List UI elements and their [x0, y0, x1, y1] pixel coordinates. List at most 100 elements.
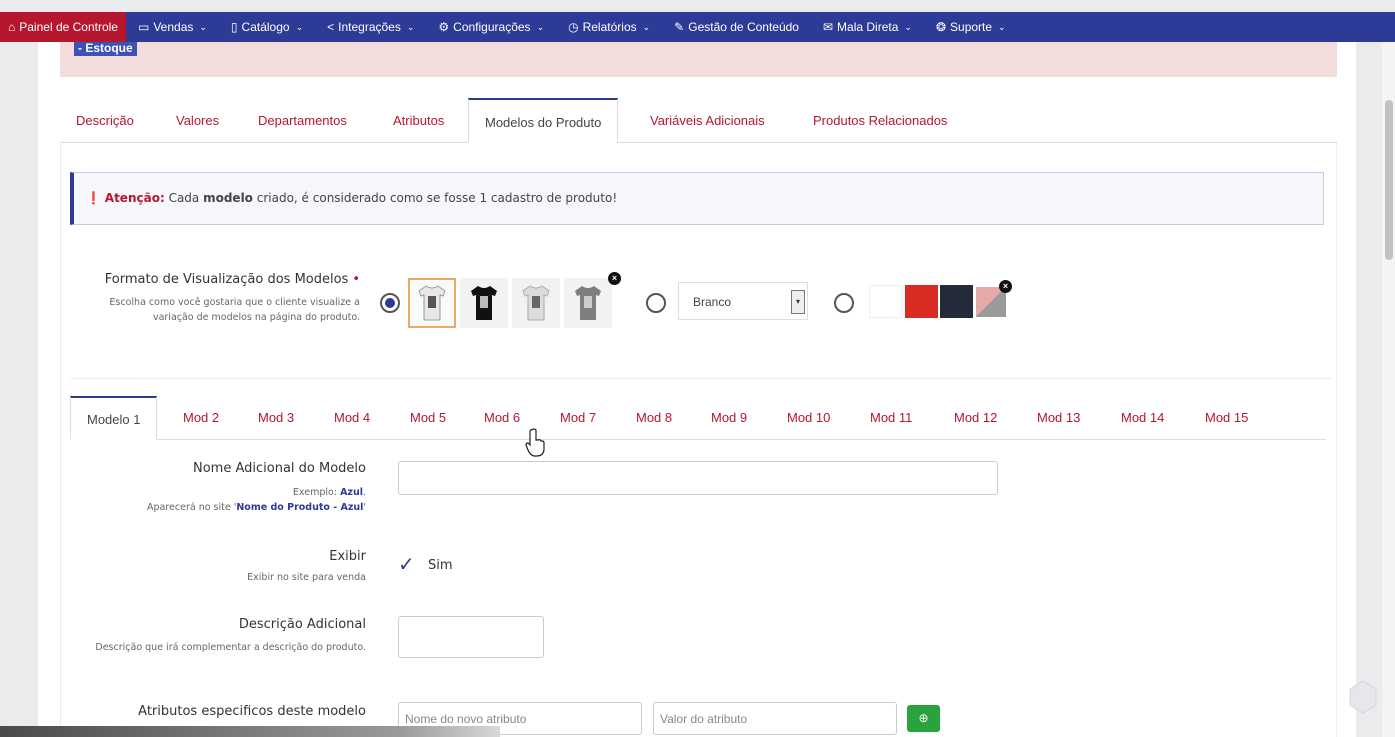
help-text: Aparecerá no site ': [146, 502, 237, 513]
nav-label: Configurações: [453, 20, 531, 34]
cart-icon: ▭: [137, 20, 150, 34]
nav-label: Catálogo: [241, 20, 290, 34]
nav-vendas[interactable]: ▭ Vendas ⌄: [126, 12, 219, 42]
atributo-valor-input[interactable]: Valor do atributo: [653, 702, 897, 735]
nav-gestao-de-conteudo[interactable]: ✎ Gestão de Conteúdo: [662, 12, 811, 42]
swatch-red[interactable]: [905, 285, 938, 318]
help-text: Exemplo:: [292, 487, 341, 498]
tshirt-light-gray-icon: [522, 285, 550, 321]
nav-integracoes[interactable]: < Integrações ⌄: [315, 12, 426, 42]
share-icon: <: [327, 20, 335, 34]
descricao-adicional-textarea[interactable]: [398, 616, 544, 658]
tab-mod-5[interactable]: Mod 5: [410, 396, 446, 440]
tab-mod-6[interactable]: Mod 6: [484, 396, 520, 440]
chevron-down-icon: ⌄: [904, 21, 912, 32]
chevron-down-icon: ⌄: [536, 21, 545, 32]
tab-valores[interactable]: Valores: [176, 98, 219, 143]
tab-produtos-relacionados[interactable]: Produtos Relacionados: [813, 98, 947, 143]
tab-modelos-do-produto[interactable]: Modelos do Produto: [468, 98, 619, 143]
chevron-down-icon: ⌄: [199, 21, 207, 32]
tab-atributos[interactable]: Atributos: [393, 98, 444, 143]
nav-label: Mala Direta: [837, 20, 899, 34]
nav-relatorios[interactable]: ◷ Relatórios ⌄: [556, 12, 662, 42]
nav-label: Relatórios: [582, 20, 637, 34]
nav-label: Integrações: [338, 20, 401, 34]
help-bold: Azul: [340, 487, 363, 498]
dropdown-arrow-icon: ▾: [791, 290, 805, 314]
edit-icon: ✎: [674, 20, 685, 34]
tab-mod-7[interactable]: Mod 7: [560, 396, 596, 440]
descricao-adicional-label: Descrição Adicional: [238, 617, 366, 632]
radio-formato-cores[interactable]: [834, 293, 854, 313]
help-text: .: [362, 487, 366, 498]
nav-label: Gestão de Conteúdo: [688, 20, 799, 34]
tab-modelo-1[interactable]: Modelo 1: [70, 396, 158, 440]
nav-suporte[interactable]: ❂ Suporte ⌄: [924, 12, 1018, 42]
hexagon-badge-icon: [1349, 680, 1377, 714]
nav-catalogo[interactable]: ▯ Catálogo ⌄: [219, 12, 315, 42]
model-thumb-3[interactable]: [512, 278, 560, 328]
tshirt-black-icon: [471, 286, 497, 320]
tab-departamentos[interactable]: Departamentos: [258, 98, 347, 143]
model-thumb-1[interactable]: [408, 278, 456, 328]
tab-mod-3[interactable]: Mod 3: [258, 396, 294, 440]
radio-formato-select[interactable]: [646, 293, 666, 313]
required-marker: •: [352, 272, 360, 287]
close-icon[interactable]: ×: [608, 272, 621, 285]
tab-descricao[interactable]: Descrição: [76, 98, 134, 143]
tab-mod-8[interactable]: Mod 8: [636, 396, 672, 440]
color-select[interactable]: Branco ▾: [678, 282, 808, 320]
chevron-down-icon: ⌄: [642, 21, 651, 32]
hand-cursor-icon: [525, 428, 545, 457]
nav-label: Painel de Controle: [19, 20, 118, 34]
swatch-navy[interactable]: [940, 285, 973, 318]
model-thumb-2[interactable]: [460, 278, 508, 328]
add-attribute-button[interactable]: ⊕: [907, 705, 940, 732]
tab-mod-4[interactable]: Mod 4: [334, 396, 370, 440]
help-text: ': [363, 502, 366, 513]
home-icon: ⌂: [8, 20, 16, 34]
nav-configuracoes[interactable]: ⚙ Configurações ⌄: [426, 12, 556, 42]
nome-adicional-help-1: Exemplo: Azul.: [66, 485, 366, 500]
tshirt-gray-icon: [575, 286, 601, 320]
nav-painel-de-controle[interactable]: ⌂ Painel de Controle: [0, 12, 126, 42]
warning-icon: ❗: [86, 191, 101, 205]
atributos-label: Atributos especificos deste modelo: [138, 704, 366, 719]
help-bold: Nome do Produto - Azul: [236, 502, 364, 513]
tab-variaveis-adicionais[interactable]: Variáveis Adicionais: [650, 98, 765, 143]
model-tabs: Modelo 1 Mod 2 Mod 3 Mod 4 Mod 5 Mod 6 M…: [70, 396, 1326, 440]
tab-mod-12[interactable]: Mod 12: [954, 396, 997, 440]
attention-text-1: Cada: [164, 191, 204, 205]
tab-mod-14[interactable]: Mod 14: [1121, 396, 1164, 440]
tab-mod-9[interactable]: Mod 9: [711, 396, 747, 440]
formato-label-text: Formato de Visualização dos Modelos: [104, 272, 349, 287]
tab-mod-13[interactable]: Mod 13: [1037, 396, 1080, 440]
nome-adicional-help-2: Aparecerá no site 'Nome do Produto - Azu…: [66, 500, 366, 515]
tab-mod-11[interactable]: Mod 11: [870, 396, 912, 440]
nav-label: Suporte: [950, 20, 993, 34]
check-icon[interactable]: ✓: [398, 552, 415, 577]
chart-icon: ◷: [568, 20, 579, 34]
tab-mod-2[interactable]: Mod 2: [183, 396, 219, 440]
descricao-adicional-help: Descrição que irá complementar a descriç…: [95, 642, 366, 653]
chevron-down-icon: ⌄: [295, 21, 304, 32]
product-tabs: Descrição Valores Departamentos Atributo…: [60, 98, 1337, 143]
swatch-white[interactable]: [869, 285, 902, 318]
close-icon[interactable]: ×: [999, 280, 1012, 293]
plus-circle-icon: ⊕: [918, 711, 929, 725]
nav-mala-direta[interactable]: ✉ Mala Direta ⌄: [811, 12, 924, 42]
nome-adicional-input[interactable]: [398, 461, 998, 495]
bottom-overlay: [0, 726, 500, 737]
divider: [70, 378, 1332, 379]
tab-mod-10[interactable]: Mod 10: [787, 396, 830, 440]
tshirt-white-icon: [418, 285, 446, 321]
attention-text-2: criado, é considerado como se fosse 1 ca…: [252, 191, 618, 205]
tab-mod-15[interactable]: Mod 15: [1205, 396, 1248, 440]
top-navbar: ⌂ Painel de Controle ▭ Vendas ⌄ ▯ Catálo…: [0, 12, 1395, 42]
radio-formato-imagens[interactable]: [380, 293, 400, 313]
attention-label: Atenção:: [104, 191, 165, 205]
color-select-value: Branco: [693, 295, 732, 309]
exibir-label: Exibir: [329, 549, 366, 564]
scrollbar-thumb[interactable]: [1385, 100, 1393, 260]
model-thumb-4[interactable]: [564, 278, 612, 328]
